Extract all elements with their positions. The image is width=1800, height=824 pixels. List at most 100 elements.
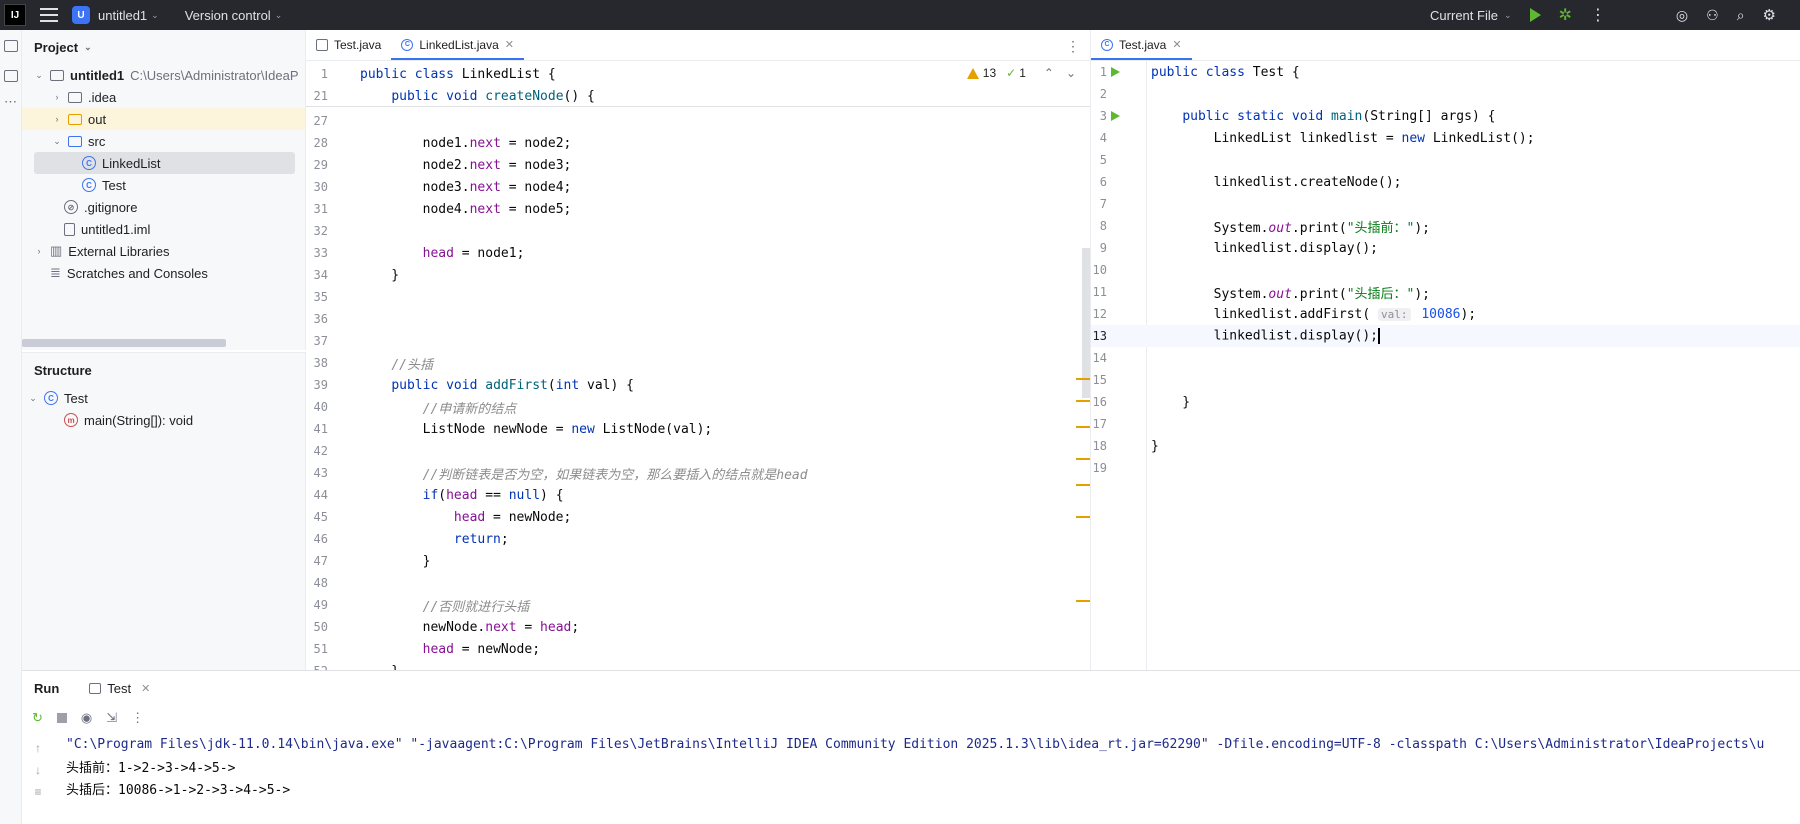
chevron-right-icon[interactable]: › bbox=[32, 246, 46, 256]
code-line[interactable]: 30 node3.next = node4; bbox=[306, 176, 1090, 198]
code-line[interactable]: 46 return; bbox=[306, 528, 1090, 550]
tab-linkedlist-java[interactable]: C LinkedList.java ✕ bbox=[391, 29, 524, 60]
tree-item-iml[interactable]: untitled1.iml bbox=[22, 218, 305, 240]
horizontal-scrollbar[interactable] bbox=[22, 339, 226, 347]
tree-item-scratches[interactable]: ≣ Scratches and Consoles bbox=[22, 262, 305, 284]
code-line[interactable]: 14 bbox=[1091, 347, 1800, 369]
chevron-down-icon[interactable]: ⌄ bbox=[151, 10, 159, 21]
code-line[interactable]: 4 LinkedList linkedlist = new LinkedList… bbox=[1091, 127, 1800, 149]
chevron-down-icon[interactable]: ⌄ bbox=[26, 393, 40, 404]
code-line[interactable]: 41 ListNode newNode = new ListNode(val); bbox=[306, 418, 1090, 440]
tab-test-java[interactable]: Test.java bbox=[306, 29, 391, 60]
chevron-down-icon[interactable]: ⌄ bbox=[275, 10, 283, 21]
code-line[interactable]: 21 public void createNode() { bbox=[306, 85, 1090, 107]
code-line[interactable]: 36 bbox=[306, 308, 1090, 330]
code-line[interactable]: 28 node1.next = node2; bbox=[306, 132, 1090, 154]
code-line[interactable]: 43 //判断链表是否为空，如果链表为空，那么要插入的结点就是head bbox=[306, 462, 1090, 484]
chevron-down-icon[interactable]: ⌄ bbox=[32, 70, 46, 81]
code-line[interactable]: 7 bbox=[1091, 193, 1800, 215]
structure-tool-icon[interactable] bbox=[3, 70, 18, 82]
warning-marker[interactable] bbox=[1076, 426, 1090, 428]
chevron-down-icon[interactable]: ⌄ bbox=[84, 42, 92, 53]
project-badge[interactable]: U bbox=[72, 6, 90, 24]
ai-assistant-icon[interactable]: ◎ bbox=[1676, 7, 1688, 24]
code-line[interactable]: 5 bbox=[1091, 149, 1800, 171]
scroll-down-icon[interactable]: ↓ bbox=[28, 759, 48, 781]
code-line[interactable]: 3 public static void main(String[] args)… bbox=[1091, 105, 1800, 127]
code-line[interactable]: 2 bbox=[1091, 83, 1800, 105]
code-line[interactable]: 1 public class Test { bbox=[1091, 61, 1800, 83]
close-icon[interactable]: ✕ bbox=[141, 682, 150, 695]
warning-marker[interactable] bbox=[1076, 400, 1090, 402]
code-line[interactable]: 39 public void addFirst(int val) { bbox=[306, 374, 1090, 396]
code-line[interactable]: 27 bbox=[306, 110, 1090, 132]
project-panel-header[interactable]: Project ⌄ bbox=[22, 30, 305, 64]
code-line[interactable]: 8 System.out.print("头插前："); bbox=[1091, 215, 1800, 237]
code-line[interactable]: 40 //申请新的结点 bbox=[306, 396, 1090, 418]
tree-item-idea[interactable]: › .idea bbox=[22, 86, 305, 108]
code-line[interactable]: 35 bbox=[306, 286, 1090, 308]
code-line[interactable]: 19 bbox=[1091, 457, 1800, 479]
code-line[interactable]: 10 bbox=[1091, 259, 1800, 281]
more-tabs-icon[interactable]: ⋮ bbox=[1066, 38, 1080, 55]
warning-marker[interactable] bbox=[1076, 484, 1090, 486]
tree-item-gitignore[interactable]: ⊘ .gitignore bbox=[22, 196, 305, 218]
stop-icon[interactable] bbox=[56, 713, 67, 723]
tree-item-root[interactable]: ⌄ untitled1 C:\Users\Administrator\IdeaP bbox=[22, 64, 305, 86]
user-icon[interactable]: ⚇ bbox=[1706, 7, 1719, 24]
more-tools-icon[interactable]: ⋯ bbox=[0, 94, 21, 110]
camera-icon[interactable]: ◉ bbox=[81, 710, 92, 726]
run-gutter-icon[interactable] bbox=[1111, 111, 1120, 121]
vertical-scrollbar[interactable] bbox=[1082, 248, 1090, 398]
tree-item-src[interactable]: ⌄ src bbox=[22, 130, 305, 152]
run-config-selector[interactable]: Current File ⌄ bbox=[1430, 8, 1511, 23]
restore-layout-icon[interactable]: ⇲ bbox=[106, 710, 117, 726]
run-gutter-icon[interactable] bbox=[1111, 67, 1120, 77]
code-line[interactable]: 33 head = node1; bbox=[306, 242, 1090, 264]
debug-button[interactable]: ✲ bbox=[1559, 5, 1572, 25]
settings-gear-icon[interactable]: ⚙ bbox=[1763, 6, 1776, 24]
code-line[interactable]: 13 linkedlist.display(); bbox=[1091, 325, 1800, 347]
code-line[interactable]: 29 node2.next = node3; bbox=[306, 154, 1090, 176]
code-line[interactable]: 49 //否则就进行头插 bbox=[306, 594, 1090, 616]
close-icon[interactable]: ✕ bbox=[1172, 38, 1181, 51]
main-menu-icon[interactable] bbox=[40, 8, 58, 22]
code-line[interactable]: 15 bbox=[1091, 369, 1800, 391]
code-line[interactable]: 12 linkedlist.addFirst( val: 10086); bbox=[1091, 303, 1800, 325]
run-tab-test[interactable]: Test ✕ bbox=[89, 681, 150, 696]
code-line[interactable]: 34 } bbox=[306, 264, 1090, 286]
intellij-logo-icon[interactable]: IJ bbox=[4, 4, 26, 26]
warning-marker[interactable] bbox=[1076, 458, 1090, 460]
code-line[interactable]: 42 bbox=[306, 440, 1090, 462]
console-output[interactable]: "C:\Program Files\jdk-11.0.14\bin\java.e… bbox=[66, 733, 1800, 799]
more-actions-icon[interactable]: ⋮ bbox=[1590, 5, 1606, 25]
rerun-icon[interactable]: ↻ bbox=[32, 710, 43, 726]
close-icon[interactable]: ✕ bbox=[505, 38, 514, 51]
structure-item-class[interactable]: ⌄ C Test bbox=[22, 387, 305, 409]
code-line[interactable]: 16 } bbox=[1091, 391, 1800, 413]
code-line[interactable]: 37 bbox=[306, 330, 1090, 352]
previous-highlight-icon[interactable]: ⌃ bbox=[1044, 66, 1054, 80]
scroll-up-icon[interactable]: ↑ bbox=[28, 737, 48, 759]
warning-marker[interactable] bbox=[1076, 378, 1090, 380]
next-highlight-icon[interactable]: ⌄ bbox=[1066, 66, 1076, 80]
search-icon[interactable]: ⌕ bbox=[1737, 7, 1745, 24]
warning-marker[interactable] bbox=[1076, 516, 1090, 518]
code-line[interactable]: 17 bbox=[1091, 413, 1800, 435]
more-options-icon[interactable]: ⋮ bbox=[131, 710, 144, 726]
tree-item-external-libraries[interactable]: › ▥ External Libraries bbox=[22, 240, 305, 262]
inspection-widget[interactable]: 13 ✓ 1 ⌃ ⌄ bbox=[966, 66, 1076, 80]
code-line[interactable]: 45 head = newNode; bbox=[306, 506, 1090, 528]
code-line[interactable]: 31 node4.next = node5; bbox=[306, 198, 1090, 220]
code-line[interactable]: 9 linkedlist.display(); bbox=[1091, 237, 1800, 259]
project-tool-icon[interactable] bbox=[3, 40, 18, 52]
tab-test-java[interactable]: C Test.java ✕ bbox=[1091, 29, 1192, 60]
warning-marker[interactable] bbox=[1076, 600, 1090, 602]
run-button[interactable] bbox=[1529, 8, 1541, 22]
code-line[interactable]: 51 head = newNode; bbox=[306, 638, 1090, 660]
structure-item-method[interactable]: m main(String[]): void bbox=[22, 409, 305, 431]
tree-item-out[interactable]: › out bbox=[22, 108, 305, 130]
project-name[interactable]: untitled1 bbox=[98, 8, 147, 23]
tree-item-linkedlist[interactable]: C LinkedList bbox=[34, 152, 295, 174]
chevron-down-icon[interactable]: ⌄ bbox=[50, 136, 64, 147]
